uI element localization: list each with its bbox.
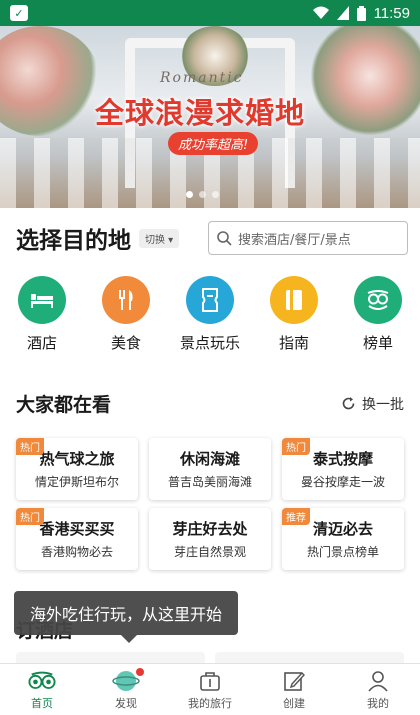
tripadvisor-app-icon: ✓	[10, 5, 28, 21]
popular-header: 大家都在看 换一批	[16, 390, 404, 417]
category-label: 榜单	[362, 334, 393, 352]
banner-script-text: Romantic	[160, 70, 244, 86]
recommend-badge: 推荐	[282, 508, 310, 525]
switch-label: 切换	[145, 234, 165, 246]
tab-label: 首页	[31, 696, 53, 710]
search-placeholder: 搜索酒店/餐厅/景点	[238, 232, 351, 248]
category-guides[interactable]: 指南	[252, 276, 336, 353]
hot-badge: 热门	[16, 438, 44, 455]
card-subtitle: 热门景点榜单	[306, 545, 379, 559]
category-rankings[interactable]: 榜单	[336, 276, 420, 353]
tab-label: 创建	[283, 696, 305, 710]
category-hotels[interactable]: 酒店	[0, 276, 84, 353]
onboarding-tooltip[interactable]: 海外吃住行玩，从这里开始	[14, 591, 238, 643]
banner-flowers-left	[0, 26, 100, 136]
switch-destination-button[interactable]: 切换 ▾	[139, 228, 180, 248]
signal-icon	[336, 6, 349, 20]
tab-me[interactable]: 我的	[336, 664, 420, 715]
hot-badge: 热门	[282, 438, 310, 455]
notification-dot	[136, 668, 144, 676]
battery-icon	[356, 5, 366, 21]
card-subtitle: 香港购物必去	[40, 545, 113, 559]
card-title: 休闲海滩	[179, 450, 240, 468]
tab-label: 发现	[115, 696, 137, 710]
bottom-tab-bar: 首页 发现 我的旅行 创建 我的	[0, 663, 420, 715]
owl-icon	[28, 669, 56, 693]
banner-dot[interactable]	[186, 191, 193, 198]
tab-my-trips[interactable]: 我的旅行	[168, 664, 252, 715]
category-label: 酒店	[26, 334, 57, 352]
category-row: 酒店 美食 景点玩乐 指南 榜单	[0, 276, 420, 353]
promo-banner[interactable]: Romantic 全球浪漫求婚地 成功率超高!	[0, 26, 420, 208]
card-title: 清迈必去	[312, 520, 373, 538]
suitcase-icon	[196, 669, 224, 693]
card-subtitle: 普吉岛美丽海滩	[167, 475, 252, 489]
status-time: 11:59	[373, 4, 410, 22]
popular-card[interactable]: 芽庄好去处 芽庄自然景观	[149, 508, 271, 570]
refresh-icon	[342, 397, 355, 410]
category-label: 景点玩乐	[179, 334, 240, 352]
banner-flowers-right	[310, 26, 420, 136]
popular-card[interactable]: 热门 香港买买买 香港购物必去	[16, 508, 138, 570]
popular-card[interactable]: 推荐 清迈必去 热门景点榜单	[282, 508, 404, 570]
status-icons: 11:59	[312, 4, 410, 22]
card-title: 热气球之旅	[39, 450, 115, 468]
popular-card[interactable]: 热门 泰式按摩 曼谷按摩走一波	[282, 438, 404, 500]
card-title: 香港买买买	[39, 520, 115, 538]
refresh-label: 换一批	[362, 396, 404, 413]
tab-discover[interactable]: 发现	[84, 664, 168, 715]
hot-badge: 热门	[16, 508, 44, 525]
status-bar: ✓ 11:59	[0, 0, 420, 26]
award-icon	[354, 276, 402, 324]
search-input[interactable]: 搜索酒店/餐厅/景点	[208, 221, 408, 255]
banner-dot[interactable]	[199, 191, 206, 198]
category-attractions[interactable]: 景点玩乐	[168, 276, 252, 353]
wifi-icon	[312, 6, 329, 19]
search-icon	[217, 230, 232, 246]
category-food[interactable]: 美食	[84, 276, 168, 353]
popular-grid: 热门 热气球之旅 情定伊斯坦布尔 休闲海滩 普吉岛美丽海滩 热门 泰式按摩 曼谷…	[16, 438, 404, 570]
tab-label: 我的	[367, 696, 389, 710]
popular-card[interactable]: 休闲海滩 普吉岛美丽海滩	[149, 438, 271, 500]
popular-title: 大家都在看	[16, 394, 112, 416]
tab-home[interactable]: 首页	[0, 664, 84, 715]
tab-label: 我的旅行	[188, 696, 232, 710]
category-label: 美食	[110, 334, 141, 352]
card-title: 芽庄好去处	[172, 520, 248, 538]
card-subtitle: 曼谷按摩走一波	[300, 475, 385, 489]
destination-title: 选择目的地	[16, 228, 131, 254]
refresh-button[interactable]: 换一批	[341, 394, 404, 414]
book-icon	[270, 276, 318, 324]
card-subtitle: 芽庄自然景观	[173, 545, 246, 559]
banner-pill: 成功率超高!	[168, 132, 259, 155]
tab-create[interactable]: 创建	[252, 664, 336, 715]
category-label: 指南	[278, 334, 309, 352]
card-subtitle: 情定伊斯坦布尔	[34, 475, 119, 489]
bed-icon	[18, 276, 66, 324]
banner-headline: 全球浪漫求婚地	[95, 96, 306, 130]
user-icon	[364, 669, 392, 693]
banner-dot[interactable]	[212, 191, 219, 198]
card-title: 泰式按摩	[312, 450, 373, 468]
ticket-icon	[186, 276, 234, 324]
banner-pagination	[186, 191, 219, 198]
fork-knife-icon	[102, 276, 150, 324]
popular-card[interactable]: 热门 热气球之旅 情定伊斯坦布尔	[16, 438, 138, 500]
edit-icon	[280, 669, 308, 693]
destination-row: 选择目的地 切换 ▾ 搜索酒店/餐厅/景点	[16, 218, 408, 258]
